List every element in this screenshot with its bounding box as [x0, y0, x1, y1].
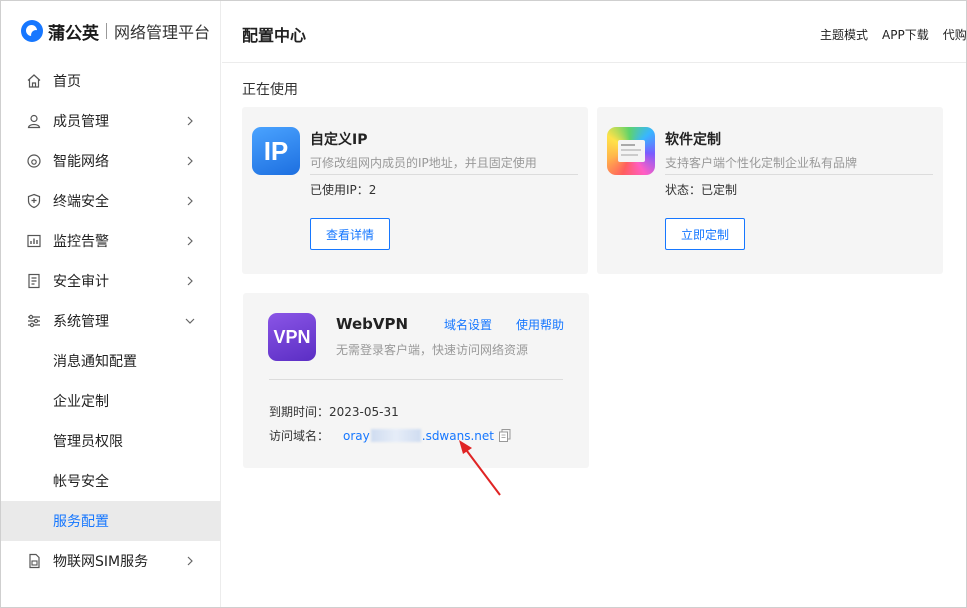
sidebar-subitem-account-security[interactable]: 帐号安全 [1, 461, 221, 501]
home-icon [25, 72, 43, 90]
redacted-blur [370, 429, 421, 442]
sidebar-item-label: 智能网络 [53, 154, 109, 170]
chevron-right-icon [183, 194, 197, 208]
user-icon [25, 112, 43, 130]
domain-settings-link[interactable]: 域名设置 [444, 316, 492, 333]
sidebar-item-iot-sim[interactable]: 物联网SIM服务 [1, 541, 221, 581]
sidebar-item-smart-network[interactable]: 智能网络 [1, 141, 221, 181]
customize-now-button[interactable]: 立即定制 [665, 218, 745, 250]
sidebar-item-endpoint-security[interactable]: 终端安全 [1, 181, 221, 221]
card-title: WebVPN [336, 315, 409, 333]
expiry-label: 到期时间： [269, 405, 330, 419]
shield-icon [25, 192, 43, 210]
section-label-in-use: 正在使用 [242, 82, 298, 98]
dandelion-logo-icon [21, 20, 43, 42]
custom-ip-card: IP 自定义IP 可修改组网内成员的IP地址，并且固定使用 已使用IP：2 查看… [242, 107, 588, 274]
ip-usage-count: 已使用IP：2 [310, 183, 377, 197]
expiry-row: 到期时间：2023-05-31 [269, 403, 399, 420]
ip-app-icon: IP [252, 127, 300, 175]
platform-name: 网络管理平台 [114, 23, 211, 42]
card-title: 自定义IP [310, 132, 368, 148]
sim-card-icon [25, 552, 43, 570]
chevron-right-icon [183, 554, 197, 568]
sidebar-item-label: 成员管理 [53, 114, 109, 130]
card-title: 软件定制 [665, 132, 721, 148]
logo-divider [106, 23, 107, 39]
software-customization-card: 软件定制 支持客户端个性化定制企业私有品牌 状态：已定制 立即定制 [597, 107, 943, 274]
copy-icon[interactable] [498, 429, 511, 442]
sidebar-item-label: 安全审计 [53, 274, 109, 290]
sidebar-item-home[interactable]: 首页 [1, 61, 221, 101]
sidebar-subitem-enterprise-custom[interactable]: 企业定制 [1, 381, 221, 421]
sidebar-item-system-management[interactable]: 系统管理 [1, 301, 221, 341]
sidebar-item-monitoring[interactable]: 监控告警 [1, 221, 221, 261]
domain-label: 访问域名： [269, 429, 330, 443]
vpn-app-icon: VPN [268, 313, 316, 361]
sidebar-subitem-admin-permissions[interactable]: 管理员权限 [1, 421, 221, 461]
app-logo[interactable]: 蒲公英 网络管理平台 [21, 19, 211, 44]
app-download-link[interactable]: APP下载 [882, 26, 929, 43]
sidebar-item-label: 系统管理 [53, 314, 109, 330]
expiry-date: 2023-05-31 [329, 405, 399, 419]
view-details-button[interactable]: 查看详情 [310, 218, 390, 250]
chevron-right-icon [183, 234, 197, 248]
sidebar-item-label: 监控告警 [53, 234, 109, 250]
audit-icon [25, 272, 43, 290]
window-frame: 蒲公英 网络管理平台 首页 成员管理 智能网络 终端安全 监控告警 安全审计 系… [0, 0, 967, 608]
sidebar-subitem-notification-config[interactable]: 消息通知配置 [1, 341, 221, 381]
sidebar-item-label: 终端安全 [53, 194, 109, 210]
access-domain-row: 访问域名： oray .sdwans.net [269, 427, 511, 444]
sidebar-item-security-audit[interactable]: 安全审计 [1, 261, 221, 301]
page-title: 配置中心 [242, 26, 307, 45]
chevron-right-icon [183, 114, 197, 128]
chevron-right-icon [183, 274, 197, 288]
theme-mode-link[interactable]: 主题模式 [820, 26, 868, 43]
sidebar-item-label: 物联网SIM服务 [53, 554, 149, 570]
webvpn-card: VPN WebVPN 域名设置 使用帮助 无需登录客户端，快速访问网络资源 到期… [243, 293, 589, 468]
access-domain-link[interactable]: oray .sdwans.net [343, 429, 494, 443]
usage-help-link[interactable]: 使用帮助 [516, 316, 564, 333]
domain-suffix: .sdwans.net [421, 428, 494, 443]
sidebar-subitem-service-config[interactable]: 服务配置 [1, 501, 221, 541]
card-description: 支持客户端个性化定制企业私有品牌 [665, 156, 858, 170]
domain-prefix: oray [343, 428, 370, 443]
settings-sliders-icon [25, 312, 43, 330]
top-links: 主题模式 APP下载 代购 [820, 26, 966, 43]
card-description: 可修改组网内成员的IP地址，并且固定使用 [310, 156, 537, 170]
sidebar: 蒲公英 网络管理平台 首页 成员管理 智能网络 终端安全 监控告警 安全审计 系… [1, 1, 221, 607]
monitor-icon [25, 232, 43, 250]
card-divider [269, 379, 563, 380]
card-divider [310, 174, 578, 175]
network-icon [25, 152, 43, 170]
purchase-link[interactable]: 代购 [943, 26, 966, 43]
sidebar-item-label: 首页 [53, 74, 81, 90]
customization-status: 状态：已定制 [665, 183, 738, 197]
window-glyph-icon [618, 140, 645, 162]
card-description: 无需登录客户端，快速访问网络资源 [336, 343, 529, 357]
card-divider [665, 174, 933, 175]
top-bar: 配置中心 主题模式 APP下载 代购 [222, 1, 966, 63]
brand-name: 蒲公英 [48, 23, 99, 44]
sidebar-menu: 首页 成员管理 智能网络 终端安全 监控告警 安全审计 系统管理 消息通知配置 … [1, 61, 221, 581]
software-custom-app-icon [607, 127, 655, 175]
chevron-right-icon [183, 154, 197, 168]
chevron-down-icon [183, 314, 197, 328]
sidebar-item-members[interactable]: 成员管理 [1, 101, 221, 141]
